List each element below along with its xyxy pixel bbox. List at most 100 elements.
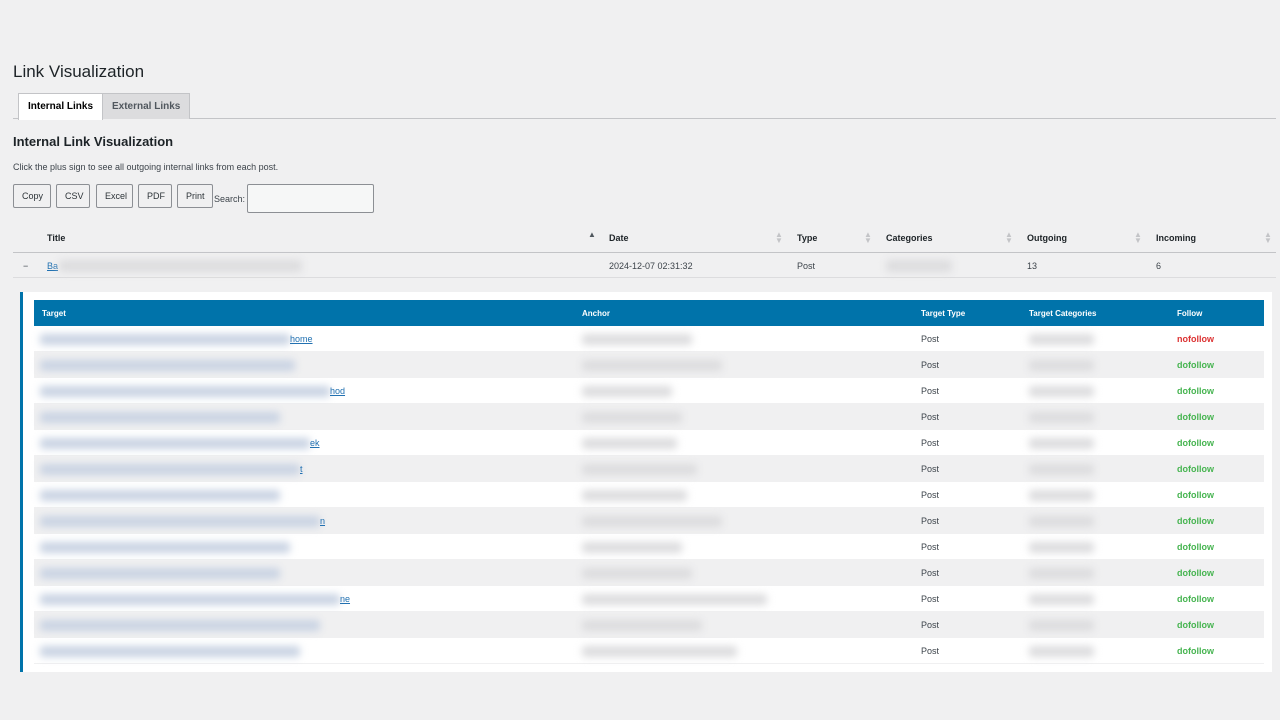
redacted-anchor [582,542,682,553]
table-row: − Ba 2024-12-07 02:31:32 Post 13 6 [13,253,1276,278]
column-header-target-categories: Target Categories [1029,309,1097,318]
sort-icon[interactable]: ▲ ▼ [775,231,783,245]
section-description: Click the plus sign to see all outgoing … [13,162,279,172]
post-title-link[interactable]: Ba [47,261,58,271]
redacted-anchor [582,646,737,657]
redacted-target-link[interactable] [40,568,280,579]
redacted-target-link[interactable] [40,360,295,371]
outgoing-links-panel: Target Anchor Target Type Target Categor… [20,292,1272,672]
redacted-target-link[interactable] [40,542,290,553]
target-type: Post [921,438,940,448]
column-header-target-type: Target Type [921,309,966,318]
table-row: Post dofollow [34,612,1264,638]
post-date: 2024-12-07 02:31:32 [609,261,693,271]
target-link-text[interactable]: t [300,464,303,474]
redacted-anchor [582,568,692,579]
follow-status: dofollow [1177,620,1214,630]
column-header-categories[interactable]: Categories [886,233,933,243]
table-row: ne Post dofollow [34,586,1264,612]
follow-status: dofollow [1177,542,1214,552]
column-header-type[interactable]: Type [797,233,817,243]
target-type: Post [921,464,940,474]
redacted-target-categories [1029,490,1094,501]
redacted-anchor [582,490,687,501]
redacted-target-categories [1029,386,1094,397]
follow-status: nofollow [1177,334,1214,344]
target-link-text[interactable]: ek [310,438,320,448]
redacted-target-link[interactable] [40,516,320,527]
follow-status: dofollow [1177,412,1214,422]
table-row: n Post dofollow [34,508,1264,534]
search-label: Search: [214,194,246,204]
redacted-anchor [582,620,702,631]
redacted-target-link[interactable] [40,438,310,449]
table-row: t Post dofollow [34,456,1264,482]
table-row: Post dofollow [34,534,1264,560]
target-link-text[interactable]: n [320,516,325,526]
redacted-anchor [582,594,767,605]
table-row: Post dofollow [34,404,1264,430]
target-type: Post [921,334,940,344]
column-header-outgoing[interactable]: Outgoing [1027,233,1067,243]
redacted-target-link[interactable] [40,412,280,423]
redacted-target-link[interactable] [40,464,300,475]
column-header-title[interactable]: Title [47,233,65,243]
target-link-text[interactable]: hod [330,386,345,396]
redacted-anchor [582,360,722,371]
redacted-target-categories [1029,412,1094,423]
follow-status: dofollow [1177,464,1214,474]
redacted-target-categories [1029,568,1094,579]
table-row: Post dofollow [34,482,1264,508]
sort-icon[interactable]: ▲ ▼ [1134,231,1142,245]
sort-icon[interactable]: ▲ ▼ [864,231,872,245]
target-link-text[interactable]: home [290,334,313,344]
csv-button[interactable]: CSV [56,184,90,208]
print-button[interactable]: Print [177,184,213,208]
redacted-target-link[interactable] [40,620,320,631]
redacted-target-categories [1029,594,1094,605]
tab-internal-links[interactable]: Internal Links [18,93,104,120]
column-header-follow: Follow [1177,309,1203,318]
redacted-target-categories [1029,464,1094,475]
follow-status: dofollow [1177,438,1214,448]
page-title: Link Visualization [13,62,145,81]
column-header-date[interactable]: Date [609,233,629,243]
collapse-toggle[interactable]: − [23,261,28,271]
redacted-anchor [582,412,682,423]
excel-button[interactable]: Excel [96,184,133,208]
table-row: Post dofollow [34,638,1264,664]
redacted-anchor [582,386,672,397]
search-input[interactable] [247,184,374,213]
copy-button[interactable]: Copy [13,184,51,208]
target-type: Post [921,568,940,578]
target-type: Post [921,620,940,630]
redacted-target-link[interactable] [40,334,290,345]
redacted-target-link[interactable] [40,646,300,657]
tab-external-links[interactable]: External Links [102,93,191,119]
sort-asc-icon[interactable]: ▲ [588,231,596,239]
table-row: home Post nofollow [34,326,1264,352]
follow-status: dofollow [1177,594,1214,604]
redacted-anchor [582,464,697,475]
table-row: hod Post dofollow [34,378,1264,404]
target-type: Post [921,646,940,656]
follow-status: dofollow [1177,360,1214,370]
redacted-anchor [582,438,677,449]
target-type: Post [921,516,940,526]
incoming-count: 6 [1156,261,1162,271]
sort-icon[interactable]: ▲ ▼ [1005,231,1013,245]
redacted-target-categories [1029,516,1094,527]
redacted-title [59,260,302,272]
redacted-target-link[interactable] [40,386,330,397]
target-type: Post [921,412,940,422]
pdf-button[interactable]: PDF [138,184,172,208]
column-header-incoming[interactable]: Incoming [1156,233,1196,243]
redacted-target-link[interactable] [40,594,340,605]
table-row: ek Post dofollow [34,430,1264,456]
column-header-anchor: Anchor [582,309,610,318]
redacted-target-link[interactable] [40,490,280,501]
sort-icon[interactable]: ▲ ▼ [1264,231,1272,245]
target-type: Post [921,542,940,552]
target-type: Post [921,360,940,370]
target-link-text[interactable]: ne [340,594,350,604]
